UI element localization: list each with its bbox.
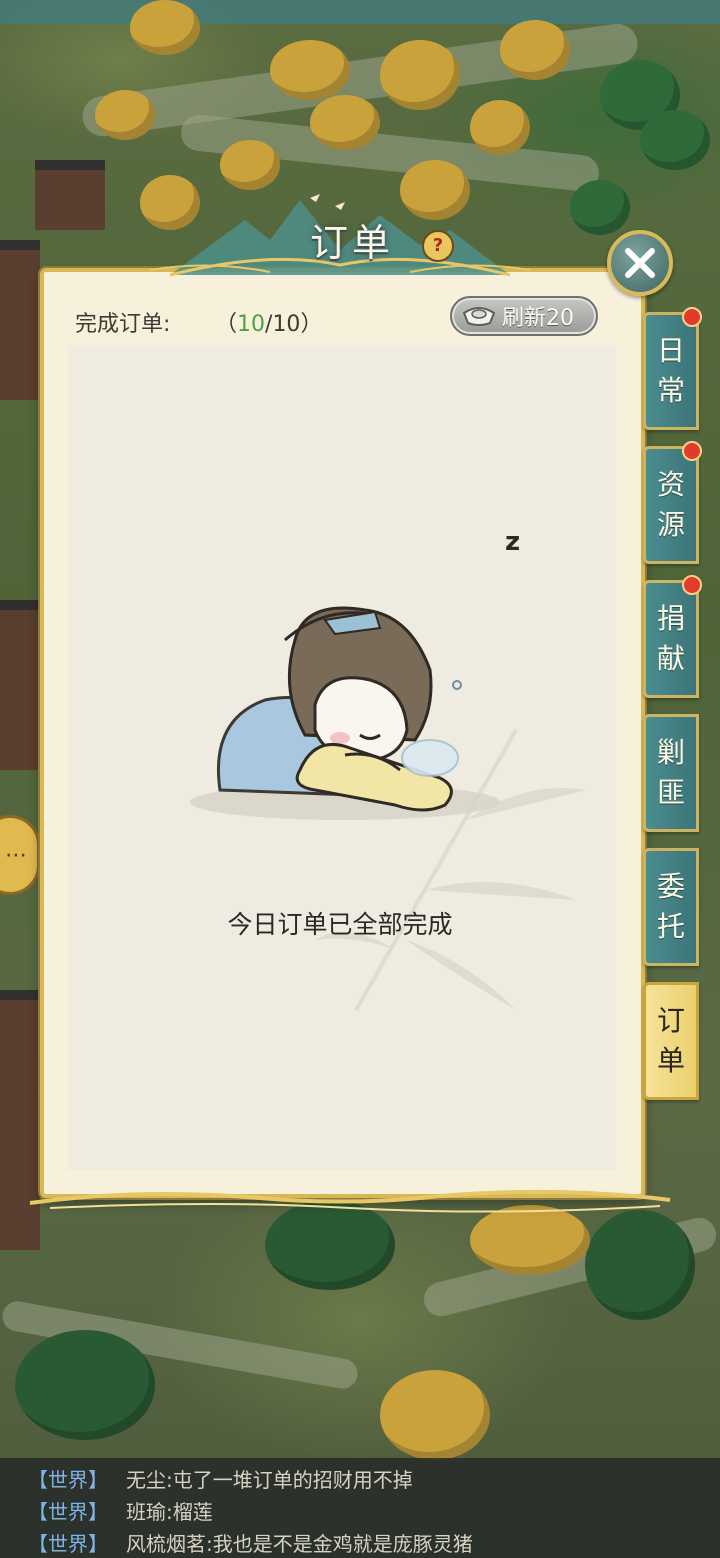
chat-line: 【世界】 班瑜:榴莲 <box>28 1496 213 1525</box>
tab-donate-char-2: 献 <box>656 642 685 675</box>
orders-close-paren: ） <box>300 312 323 337</box>
notification-dot <box>682 441 702 461</box>
tree <box>15 1330 155 1440</box>
tree <box>380 1370 490 1460</box>
chat-message: 屯了一堆订单的招财用不掉 <box>172 1468 413 1492</box>
river <box>0 0 720 24</box>
tree <box>500 20 570 80</box>
close-icon <box>625 248 655 278</box>
tab-donate[interactable]: 捐 献 <box>643 575 702 698</box>
chat-user: 班瑜: <box>126 1500 173 1524</box>
tab-bandits-char-2: 匪 <box>656 776 685 809</box>
chat-user: 无尘: <box>126 1468 173 1492</box>
tab-daily-char-1: 日 <box>656 334 685 367</box>
chat-line: 【世界】 风梳烟茗:我也是不是金鸡就是庞豚灵猪 <box>28 1528 473 1557</box>
tree <box>130 0 200 55</box>
chat-message: 榴莲 <box>172 1500 213 1524</box>
chat-line: 【世界】 无尘:屯了一堆订单的招财用不掉 <box>28 1464 413 1493</box>
chat-bubble-icon: ⋯ <box>5 842 27 868</box>
help-icon[interactable]: ? <box>422 230 454 262</box>
tab-commission[interactable]: 委 托 <box>643 848 699 966</box>
tree <box>220 140 280 190</box>
tree <box>470 100 530 155</box>
tree <box>310 95 380 150</box>
orders-done-value: 10 <box>237 312 266 337</box>
tab-orders-char-2: 单 <box>656 1044 685 1077</box>
chat-user: 风梳烟茗: <box>126 1532 213 1556</box>
orders-open-paren: （ <box>215 312 238 337</box>
completed-orders-count: （10/10） <box>215 306 322 338</box>
refresh-button[interactable]: 刷新20 <box>450 296 598 336</box>
tab-orders[interactable]: 订 单 <box>643 982 699 1100</box>
dialog-title: 订单 <box>310 221 395 265</box>
notification-dot <box>682 307 702 327</box>
tree <box>270 40 350 100</box>
tab-daily[interactable]: 日 常 <box>643 307 702 430</box>
tab-resources[interactable]: 资 源 <box>643 441 702 564</box>
tab-commission-char-1: 委 <box>656 870 685 903</box>
tab-orders-char-1: 订 <box>656 1004 685 1037</box>
refresh-label: 刷新20 <box>502 306 574 331</box>
completed-orders-label: 完成订单: <box>75 312 171 337</box>
chat-channel: 【世界】 <box>28 1468 108 1492</box>
tab-commission-char-2: 托 <box>656 910 685 943</box>
building <box>0 240 40 400</box>
world-chat[interactable]: 【世界】 无尘:屯了一堆订单的招财用不掉 【世界】 班瑜:榴莲 【世界】 风梳烟茗:我… <box>0 1458 720 1558</box>
tree <box>95 90 155 140</box>
side-chat-button[interactable]: ⋯ <box>0 815 40 895</box>
chat-message: 我也是不是金鸡就是庞豚灵猪 <box>212 1532 473 1556</box>
all-orders-complete-message: 今日订单已全部完成 <box>227 910 453 939</box>
chat-channel: 【世界】 <box>28 1532 108 1556</box>
sleeping-character-illustration: z <box>190 527 520 820</box>
tree <box>380 40 460 110</box>
silver-ingot-icon <box>462 307 496 326</box>
close-button[interactable] <box>607 230 673 296</box>
sleep-symbol: z <box>505 527 520 557</box>
tree <box>640 110 710 170</box>
building <box>35 160 105 230</box>
orders-total-value: 10 <box>272 312 301 337</box>
tab-bandits[interactable]: 剿 匪 <box>643 714 699 832</box>
tab-donate-char-1: 捐 <box>656 602 685 635</box>
tab-resources-char-2: 源 <box>656 508 685 541</box>
building <box>0 600 40 770</box>
tab-daily-char-2: 常 <box>656 374 685 407</box>
tab-resources-char-1: 资 <box>656 468 685 501</box>
tree <box>585 1210 695 1320</box>
notification-dot <box>682 575 702 595</box>
chat-channel: 【世界】 <box>28 1500 108 1524</box>
panel-bottom-decoration <box>29 1189 671 1213</box>
tree <box>570 180 630 235</box>
tab-bandits-char-1: 剿 <box>656 736 685 769</box>
